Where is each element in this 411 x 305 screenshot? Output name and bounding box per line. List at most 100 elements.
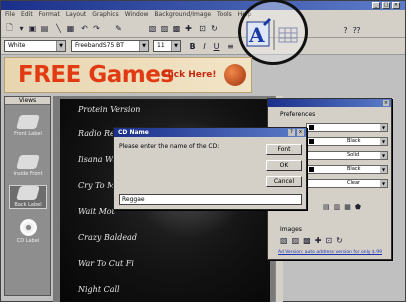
- grid-icon[interactable]: ▦: [344, 203, 351, 211]
- dialog-title: CD Name: [118, 129, 149, 136]
- fill-style-select[interactable]: Solid ▼: [306, 151, 388, 160]
- back-label-icon: [16, 186, 40, 200]
- chevron-down-icon: ▼: [380, 180, 387, 187]
- image-tool2-icon[interactable]: ▨: [159, 23, 170, 34]
- image-crop-icon[interactable]: ⊡: [325, 236, 332, 245]
- line-color-select[interactable]: Black ▼: [306, 137, 388, 146]
- close-button[interactable]: ×: [392, 2, 400, 9]
- style-combo-value: White: [8, 42, 26, 49]
- front-label-icon: [16, 115, 40, 129]
- font-combo[interactable]: FreebandS75 BT ▼: [71, 40, 149, 52]
- app-window: _ □ × File Edit Format Layout Graphics W…: [0, 0, 406, 303]
- dialog-title-bar: CD Name ? x: [114, 128, 306, 137]
- grid-tool-icon[interactable]: [278, 27, 298, 43]
- image-add-icon[interactable]: ✚: [315, 236, 322, 245]
- image-tool3-icon[interactable]: ▩: [171, 23, 182, 34]
- font-button[interactable]: Font: [266, 144, 302, 155]
- menu-layout[interactable]: Layout: [66, 10, 86, 19]
- rotate-icon[interactable]: ↻: [209, 23, 220, 34]
- format-icon[interactable]: ✎: [113, 23, 124, 34]
- track-title[interactable]: Crazy Baldead: [78, 233, 137, 242]
- select-value: Black: [347, 138, 361, 144]
- align-center-icon[interactable]: ▥: [334, 203, 341, 211]
- redo-icon[interactable]: ↷: [91, 23, 102, 34]
- select-value: Black: [347, 166, 361, 172]
- help-icon[interactable]: ⁇: [351, 25, 362, 36]
- size-combo-value: 11: [157, 42, 165, 49]
- view-label: Inside Front: [13, 171, 43, 177]
- view-back-label[interactable]: Back Label: [9, 185, 47, 209]
- underline-icon[interactable]: U: [211, 41, 222, 52]
- minimize-button[interactable]: _: [372, 2, 380, 9]
- whats-this-icon[interactable]: ?: [340, 25, 351, 36]
- line-tool-icon[interactable]: ╲: [53, 23, 64, 34]
- ad-link[interactable]: Ad Version: auto address version for onl…: [278, 250, 382, 255]
- views-title: Views: [5, 97, 50, 105]
- track-title[interactable]: Iisana Wa: [78, 155, 117, 164]
- cd-name-dialog: CD Name ? x Please enter the name of the…: [113, 127, 307, 210]
- background-select[interactable]: Clear ▼: [306, 179, 388, 188]
- view-front-label[interactable]: Front Label: [9, 115, 47, 137]
- image-rotate-icon[interactable]: ↻: [336, 236, 343, 245]
- image-tools: ▧ ▨ ▩ ✚ ⊡ ↻: [280, 236, 343, 245]
- cd-name-input[interactable]: Reggae: [119, 194, 302, 205]
- menu-format[interactable]: Format: [39, 10, 60, 19]
- view-cd-label[interactable]: CD Label: [9, 219, 47, 244]
- chevron-down-icon: ▼: [380, 138, 387, 145]
- size-combo[interactable]: 11 ▼: [153, 40, 181, 52]
- ad-banner[interactable]: FREE Games Click Here!: [4, 57, 252, 93]
- menu-file[interactable]: File: [5, 10, 15, 19]
- menu-tools[interactable]: Tools: [217, 10, 232, 19]
- image-tool-icon[interactable]: ▧: [147, 23, 158, 34]
- svg-text:A: A: [248, 23, 265, 47]
- select-tool-icon[interactable]: ▦: [65, 23, 76, 34]
- image-edit-icon[interactable]: ▨: [292, 236, 300, 245]
- ok-button[interactable]: OK: [266, 160, 302, 171]
- add-icon[interactable]: ✚: [183, 23, 194, 34]
- chevron-down-icon: ▼: [139, 41, 148, 51]
- banner-headline: FREE Games: [18, 62, 174, 88]
- close-icon[interactable]: ×: [383, 100, 389, 106]
- images-label: Images: [280, 226, 302, 233]
- cancel-button[interactable]: Cancel: [266, 176, 302, 187]
- track-title[interactable]: Night Call: [78, 285, 120, 294]
- text-color-select[interactable]: ▼: [306, 123, 388, 132]
- menu-window[interactable]: Window: [125, 10, 149, 19]
- track-title[interactable]: War To Cut Fi: [78, 259, 134, 268]
- undo-icon[interactable]: ↶: [79, 23, 90, 34]
- menu-edit[interactable]: Edit: [21, 10, 33, 19]
- shape-icon[interactable]: ⬟: [355, 203, 361, 211]
- bold-icon[interactable]: B: [187, 41, 198, 52]
- save-icon[interactable]: ▣: [27, 23, 38, 34]
- image-insert-icon[interactable]: ▧: [280, 236, 288, 245]
- align-left-icon[interactable]: ▤: [323, 203, 330, 211]
- align-icon[interactable]: ≡: [225, 41, 236, 52]
- new-file-icon[interactable]: 🗋: [4, 23, 15, 34]
- menu-background[interactable]: Background/Image: [154, 10, 211, 19]
- open-file-icon[interactable]: ▾: [16, 23, 27, 34]
- view-inside-front[interactable]: Inside Front: [9, 155, 47, 177]
- banner-cta[interactable]: Click Here!: [161, 70, 217, 80]
- track-title[interactable]: Wait Mot: [78, 207, 115, 216]
- view-label: Back Label: [14, 202, 42, 208]
- help-button[interactable]: ?: [288, 129, 295, 136]
- style-combo[interactable]: White ▼: [4, 40, 66, 52]
- fill-color-select[interactable]: Black ▼: [306, 165, 388, 174]
- text-style-icon[interactable]: A: [246, 18, 271, 47]
- maximize-button[interactable]: □: [382, 2, 390, 9]
- title-bar: _ □ ×: [1, 1, 405, 10]
- chevron-down-icon: ▼: [56, 41, 65, 51]
- track-title[interactable]: Protein Version: [78, 105, 140, 114]
- views-panel: Views Front Label Inside Front Back Labe…: [4, 96, 51, 296]
- image-replace-icon[interactable]: ▩: [303, 236, 311, 245]
- inside-front-icon: [16, 155, 40, 169]
- chevron-down-icon: ▼: [380, 152, 387, 159]
- print-icon[interactable]: ▤: [39, 23, 50, 34]
- menu-graphics[interactable]: Graphics: [92, 10, 119, 19]
- italic-icon[interactable]: I: [199, 41, 210, 52]
- page-margin: [406, 0, 411, 305]
- close-button[interactable]: x: [297, 129, 304, 136]
- chevron-down-icon: ▼: [171, 41, 180, 51]
- crop-icon[interactable]: ⊡: [197, 23, 208, 34]
- chevron-down-icon: ▼: [380, 166, 387, 173]
